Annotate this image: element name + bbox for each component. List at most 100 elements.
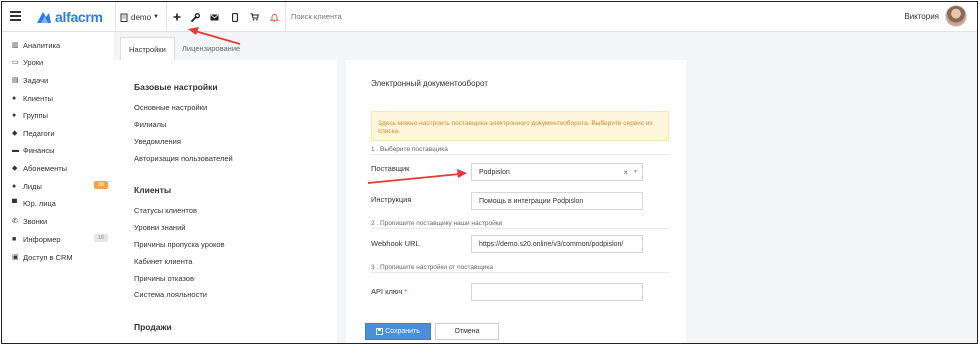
settings-link[interactable]: Причины пропуска уроков — [134, 240, 225, 249]
clear-icon[interactable]: × — [623, 168, 628, 177]
user-menu[interactable]: Виктория — [904, 5, 967, 27]
instruction-label: Инструкция — [371, 195, 412, 204]
cart-icon[interactable] — [246, 2, 263, 32]
sidebar-item-leads[interactable]: ● Лиды 30 — [12, 179, 110, 193]
top-bar: alfacrm demo ▼ Поиск клиента Виктория — [2, 2, 977, 32]
sidebar-item-label: Клиенты — [23, 93, 54, 103]
api-key-label-text: API ключ — [371, 287, 403, 296]
settings-link[interactable]: Система лояльности — [134, 290, 207, 299]
step-heading: 3 . Пропишите настройки от поставщика — [371, 264, 669, 273]
informer-count-badge: 10 — [93, 234, 108, 242]
sidebar-item-label: Аналитика — [23, 40, 61, 50]
cancel-button[interactable]: Отмена — [435, 323, 499, 340]
settings-link[interactable]: Уровни знаний — [134, 223, 185, 232]
sidebar-item-label: Информер — [23, 234, 61, 244]
settings-link[interactable]: Причины отказов — [134, 274, 194, 283]
briefcase-icon: ▀ — [12, 199, 17, 207]
api-key-input[interactable] — [471, 283, 643, 301]
hamburger-menu-icon[interactable] — [10, 11, 21, 21]
logo-icon — [37, 11, 51, 23]
logo[interactable]: alfacrm — [36, 9, 103, 25]
sidebar-item-groups[interactable]: ● Группы — [12, 108, 110, 122]
users-icon: ● — [12, 111, 17, 119]
bell-icon[interactable] — [266, 2, 283, 32]
sidebar-item-clients[interactable]: ● Клиенты — [12, 91, 110, 105]
user-plus-icon: ● — [12, 182, 17, 190]
floppy-disk-icon — [376, 328, 384, 335]
webhook-label: Webhook URL — [371, 239, 420, 248]
sidebar-item-label: Уроки — [23, 57, 44, 67]
mobile-icon[interactable] — [226, 2, 243, 32]
sidebar-item-label: Доступ в CRM — [23, 252, 73, 262]
divider — [166, 2, 167, 32]
sidebar-item-crm-access[interactable]: ▣ Доступ в CRM — [12, 250, 110, 264]
tasks-icon: ▤ — [12, 77, 19, 84]
phone-icon: ✆ — [12, 218, 18, 225]
sidebar-item-analytics[interactable]: ▥ Аналитика — [12, 38, 110, 52]
settings-link[interactable]: Уведомления — [134, 137, 181, 146]
leads-count-badge: 30 — [93, 181, 108, 189]
sidebar-item-label: Юр. лица — [23, 198, 56, 208]
instruction-link[interactable]: Помощь в интеграции Podpislon — [471, 192, 643, 210]
sidebar-item-lessons[interactable]: ▭ Уроки — [12, 55, 110, 69]
api-key-label: API ключ * — [371, 287, 407, 296]
settings-link[interactable]: Статусы клиентов — [134, 206, 197, 215]
settings-link[interactable]: Филиалы — [134, 120, 166, 129]
graduation-cap-icon: ◆ — [12, 130, 18, 137]
sidebar-item-label: Абонементы — [23, 163, 68, 173]
section-title-clients: Клиенты — [134, 185, 172, 195]
page-title: Электронный документооборот — [371, 79, 488, 88]
divider — [115, 2, 116, 32]
lock-icon: ▣ — [12, 254, 19, 261]
step-heading: 2 . Пропишите поставщику наши настройки — [371, 220, 669, 229]
tab-label: Лицензирование — [182, 44, 241, 53]
settings-link[interactable]: Основные настройки — [134, 103, 207, 112]
envelope-icon[interactable] — [206, 2, 223, 32]
provider-value: Podpislon — [479, 168, 510, 176]
tab-label: Настройки — [129, 44, 166, 54]
tab-settings[interactable]: Настройки — [120, 37, 175, 60]
analytics-icon: ▥ — [12, 42, 19, 49]
webhook-url-field[interactable]: https://demo.s20.online/v3/common/podpis… — [471, 235, 643, 253]
sidebar-item-legal-entities[interactable]: ▀ Юр. лица — [12, 196, 110, 210]
plus-icon[interactable] — [168, 2, 185, 32]
sidebar-item-label: Лиды — [23, 181, 42, 191]
sidebar-item-subscriptions[interactable]: ◆ Абонементы — [12, 161, 110, 175]
wrench-icon[interactable] — [187, 2, 204, 32]
sidebar-item-label: Группы — [23, 110, 48, 120]
step-heading: 1 . Выберите поставщика — [371, 146, 669, 155]
save-label: Сохранить — [385, 328, 420, 335]
sidebar-item-tasks[interactable]: ▤ Задачи — [12, 73, 110, 87]
sidebar-item-label: Педагоги — [23, 128, 55, 138]
settings-link[interactable]: Кабинет клиента — [134, 257, 192, 266]
webhook-url-value: https://demo.s20.online/v3/common/podpis… — [479, 240, 624, 248]
user-icon: ● — [12, 94, 17, 102]
sidebar-item-calls[interactable]: ✆ Звонки — [12, 214, 110, 228]
tab-licensing[interactable]: Лицензирование — [174, 37, 248, 60]
sidebar-item-informer[interactable]: ■ Информер 10 — [12, 232, 110, 246]
branch-selector[interactable]: demo ▼ — [120, 2, 159, 32]
chevron-down-icon[interactable]: ▼ — [633, 169, 638, 175]
app-window: alfacrm demo ▼ Поиск клиента Виктория ▥ … — [1, 1, 978, 344]
client-search-input[interactable]: Поиск клиента — [291, 12, 342, 21]
cancel-label: Отмена — [454, 328, 480, 335]
instruction-value: Помощь в интеграции Podpislon — [479, 197, 584, 205]
tabs-bar: Настройки Лицензирование — [114, 32, 977, 60]
divider — [285, 2, 286, 32]
sidebar-item-finances[interactable]: ▬ Финансы — [12, 143, 110, 157]
sidebar: ▥ Аналитика ▭ Уроки ▤ Задачи ● Клиенты ●… — [2, 32, 114, 343]
settings-link[interactable]: Авторизация пользователей — [134, 154, 233, 163]
caret-down-icon: ▼ — [153, 14, 159, 20]
money-icon: ▬ — [12, 146, 19, 154]
tag-icon: ◆ — [12, 165, 18, 172]
avatar[interactable] — [945, 5, 967, 27]
building-icon — [120, 13, 128, 22]
provider-select[interactable]: Podpislon × ▼ — [471, 163, 643, 181]
save-button[interactable]: Сохранить — [365, 323, 431, 340]
informer-icon: ■ — [12, 235, 17, 243]
sidebar-item-teachers[interactable]: ◆ Педагоги — [12, 126, 110, 140]
sidebar-item-label: Задачи — [23, 75, 49, 85]
section-title-base: Базовые настройки — [134, 82, 218, 92]
logo-text: alfacrm — [55, 9, 103, 25]
section-title-sales: Продажи — [134, 322, 172, 332]
